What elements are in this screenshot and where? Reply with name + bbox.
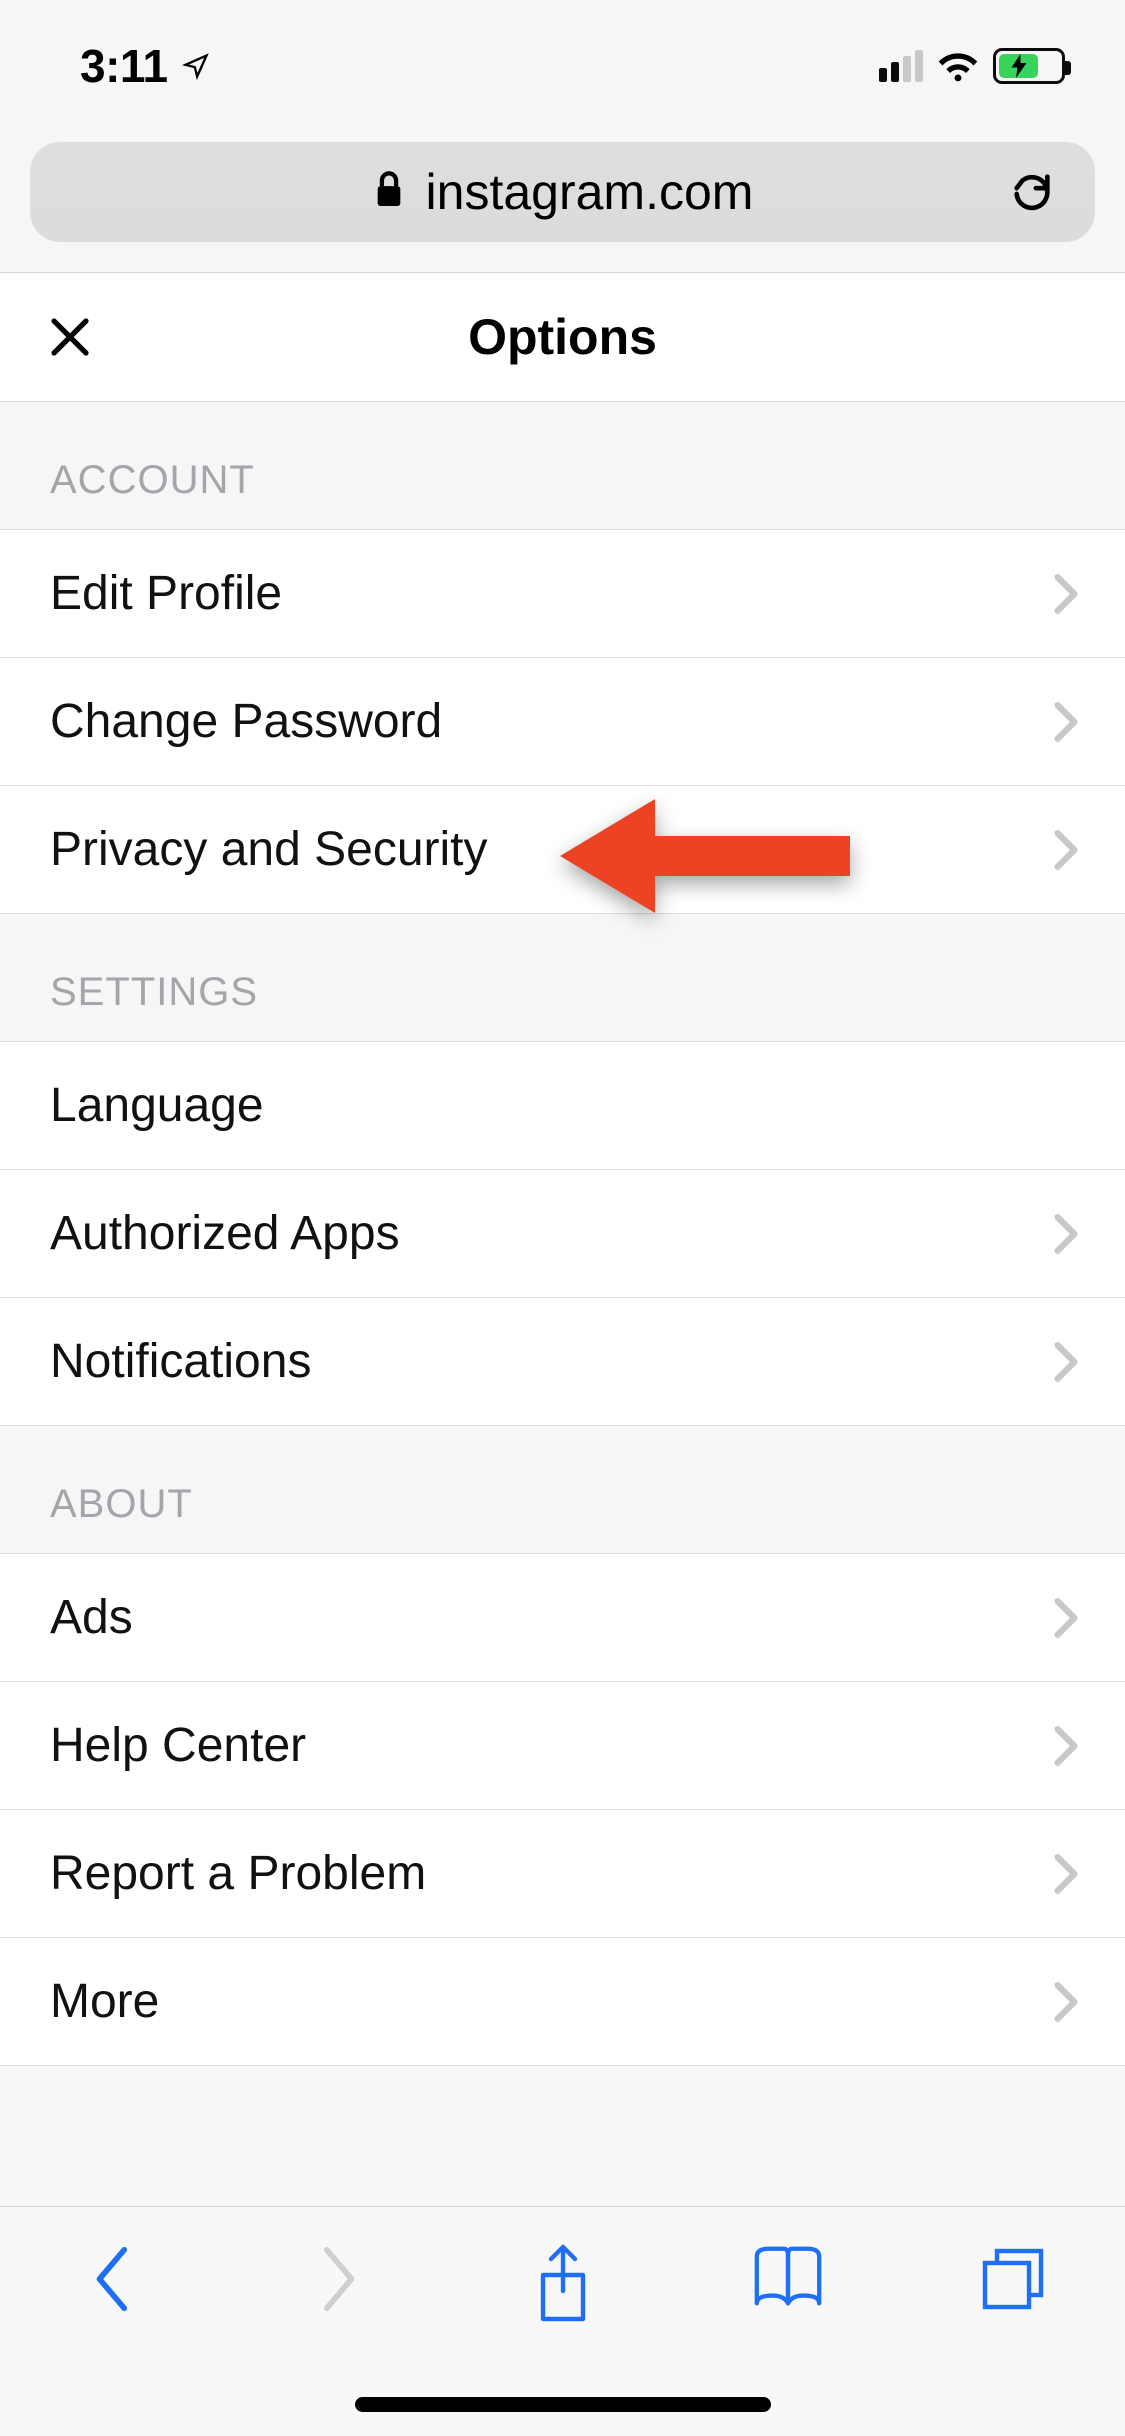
status-bar: 3:11	[0, 0, 1125, 132]
chevron-right-icon	[1053, 829, 1079, 871]
chevron-right-icon	[1053, 1341, 1079, 1383]
row-language[interactable]: Language	[0, 1042, 1125, 1170]
row-label: Ads	[50, 1590, 133, 1645]
section-header-account: Account	[0, 402, 1125, 529]
forward-button	[258, 2243, 418, 2315]
chevron-right-icon	[1053, 1213, 1079, 1255]
section-list-settings: Language Authorized Apps Notifications	[0, 1041, 1125, 1426]
browser-toolbar	[0, 2206, 1125, 2436]
page-header: Options	[0, 272, 1125, 402]
status-time: 3:11	[80, 39, 168, 93]
row-change-password[interactable]: Change Password	[0, 658, 1125, 786]
row-label: Help Center	[50, 1718, 306, 1773]
address-center: instagram.com	[30, 163, 1095, 221]
address-domain: instagram.com	[426, 163, 754, 221]
chevron-right-icon	[1053, 1981, 1079, 2023]
bookmarks-button[interactable]	[708, 2243, 868, 2313]
row-label: Report a Problem	[50, 1846, 426, 1901]
home-indicator	[355, 2397, 771, 2412]
row-label: Authorized Apps	[50, 1206, 400, 1261]
page-title: Options	[468, 308, 657, 366]
row-more[interactable]: More	[0, 1938, 1125, 2066]
row-ads[interactable]: Ads	[0, 1554, 1125, 1682]
chevron-right-icon	[1053, 1853, 1079, 1895]
cellular-signal-icon	[879, 50, 923, 82]
lock-icon	[372, 163, 406, 221]
wifi-icon	[935, 48, 981, 84]
address-bar[interactable]: instagram.com	[30, 142, 1095, 242]
row-label: Change Password	[50, 694, 442, 749]
reload-button[interactable]	[1009, 169, 1055, 215]
section-header-settings: Settings	[0, 914, 1125, 1041]
row-privacy-security[interactable]: Privacy and Security	[0, 786, 1125, 914]
tabs-button[interactable]	[933, 2243, 1093, 2315]
chevron-right-icon	[1053, 1725, 1079, 1767]
back-button[interactable]	[33, 2243, 193, 2315]
row-authorized-apps[interactable]: Authorized Apps	[0, 1170, 1125, 1298]
row-help-center[interactable]: Help Center	[0, 1682, 1125, 1810]
status-right	[879, 48, 1065, 84]
status-left: 3:11	[80, 39, 210, 93]
section-header-about: About	[0, 1426, 1125, 1553]
share-button[interactable]	[483, 2243, 643, 2327]
row-edit-profile[interactable]: Edit Profile	[0, 530, 1125, 658]
chevron-right-icon	[1053, 573, 1079, 615]
row-report-problem[interactable]: Report a Problem	[0, 1810, 1125, 1938]
row-notifications[interactable]: Notifications	[0, 1298, 1125, 1426]
row-label: Edit Profile	[50, 566, 282, 621]
chevron-right-icon	[1053, 701, 1079, 743]
section-list-about: Ads Help Center Report a Problem More	[0, 1553, 1125, 2066]
chevron-right-icon	[1053, 1597, 1079, 1639]
close-button[interactable]	[46, 313, 94, 361]
row-label: Language	[50, 1078, 264, 1133]
row-label: Privacy and Security	[50, 822, 488, 877]
row-label: More	[50, 1974, 159, 2029]
browser-chrome: instagram.com	[0, 132, 1125, 272]
location-icon	[182, 52, 210, 80]
row-label: Notifications	[50, 1334, 311, 1389]
battery-charging-icon	[993, 48, 1065, 84]
section-list-account: Edit Profile Change Password Privacy and…	[0, 529, 1125, 914]
